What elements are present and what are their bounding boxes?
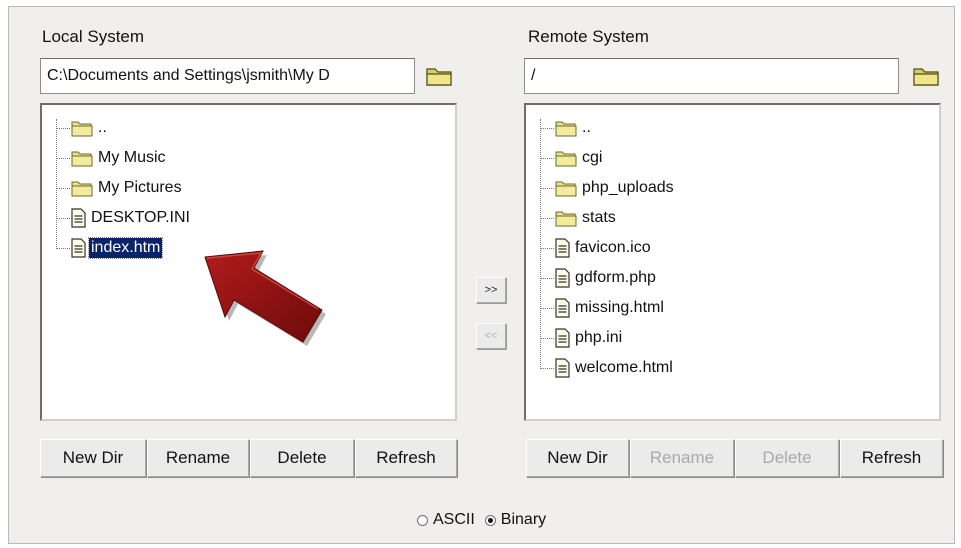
tree-branch (56, 217, 70, 219)
tree-branch (540, 247, 554, 249)
ascii-radio-label[interactable]: ASCII (433, 511, 475, 529)
tree-branch (56, 187, 70, 189)
tree-branch (540, 217, 554, 219)
file-icon (71, 208, 86, 228)
transfer-mode-group: ASCII Binary (417, 511, 556, 529)
remote-list-item[interactable]: php.ini (540, 325, 624, 351)
tree-branch (540, 367, 554, 369)
remote-list-item[interactable]: favicon.ico (540, 235, 653, 261)
remote-new-dir-button[interactable]: New Dir (526, 439, 629, 477)
local-list-item[interactable]: index.htm (56, 235, 164, 261)
remote-list-item[interactable]: stats (540, 205, 618, 231)
local-item-name: My Music (98, 149, 166, 166)
local-list-item[interactable]: My Music (56, 145, 168, 171)
folder-icon (71, 118, 93, 138)
local-rename-button[interactable]: Rename (147, 439, 249, 477)
remote-list-item[interactable]: .. (540, 115, 593, 141)
folder-icon (555, 178, 577, 198)
local-path-input[interactable] (40, 58, 415, 94)
file-icon (555, 328, 570, 348)
remote-delete-button[interactable]: Delete (735, 439, 839, 477)
file-icon (555, 298, 570, 318)
folder-icon (555, 118, 577, 138)
local-list-item[interactable]: .. (56, 115, 109, 141)
tree-branch (540, 127, 554, 129)
folder-icon (555, 148, 577, 168)
file-icon (555, 238, 570, 258)
local-system-label: Local System (42, 27, 145, 46)
ftp-transfer-panel: Local System .. My Music My Pictures DESKTO… (8, 6, 955, 544)
tree-branch (56, 127, 70, 129)
remote-list-item[interactable]: welcome.html (540, 355, 675, 381)
remote-list-item[interactable]: php_uploads (540, 175, 676, 201)
folder-icon (555, 208, 577, 228)
file-icon (555, 268, 570, 288)
local-browse-folder-icon[interactable] (425, 64, 453, 88)
local-delete-button[interactable]: Delete (250, 439, 354, 477)
remote-system-label: Remote System (528, 27, 649, 46)
local-refresh-button[interactable]: Refresh (355, 439, 457, 477)
local-item-name: My Pictures (98, 179, 182, 196)
tree-branch (540, 157, 554, 159)
tree-branch (540, 337, 554, 339)
remote-item-name: favicon.ico (575, 239, 651, 256)
download-button[interactable]: << (476, 323, 506, 349)
folder-icon (71, 178, 93, 198)
tree-branch (56, 247, 70, 249)
binary-radio-label[interactable]: Binary (501, 511, 546, 529)
remote-list-item[interactable]: cgi (540, 145, 604, 171)
remote-item-name: stats (582, 209, 616, 226)
folder-icon (71, 148, 93, 168)
remote-item-name: cgi (582, 149, 603, 166)
remote-item-name: missing.html (575, 299, 664, 316)
local-item-name: .. (98, 119, 107, 136)
local-list-item[interactable]: My Pictures (56, 175, 184, 201)
local-item-name: DESKTOP.INI (91, 209, 190, 226)
tree-branch (540, 187, 554, 189)
ascii-radio[interactable] (417, 514, 428, 526)
remote-list-item[interactable]: gdform.php (540, 265, 658, 291)
remote-item-name: welcome.html (575, 359, 673, 376)
remote-rename-button[interactable]: Rename (630, 439, 734, 477)
remote-item-name: php.ini (575, 329, 623, 346)
local-item-name: index.htm (87, 237, 164, 259)
remote-item-name: .. (582, 119, 591, 136)
remote-list-item[interactable]: missing.html (540, 295, 666, 321)
local-list-item[interactable]: DESKTOP.INI (56, 205, 192, 231)
local-file-tree[interactable]: .. My Music My Pictures DESKTOP.INI index.ht… (40, 103, 457, 421)
remote-refresh-button[interactable]: Refresh (840, 439, 943, 477)
tree-branch (540, 307, 554, 309)
file-icon (555, 358, 570, 378)
remote-item-name: gdform.php (575, 269, 656, 286)
binary-radio[interactable] (484, 514, 496, 526)
file-icon (71, 238, 86, 258)
remote-file-tree[interactable]: .. cgi php_uploadsstats favicon.ico gdform.p… (524, 103, 941, 421)
tree-branch (540, 277, 554, 279)
remote-path-input[interactable] (524, 58, 899, 94)
tree-branch (56, 157, 70, 159)
local-new-dir-button[interactable]: New Dir (40, 439, 146, 477)
remote-item-name: php_uploads (582, 179, 674, 196)
remote-browse-folder-icon[interactable] (912, 64, 940, 88)
upload-button[interactable]: >> (476, 277, 506, 303)
